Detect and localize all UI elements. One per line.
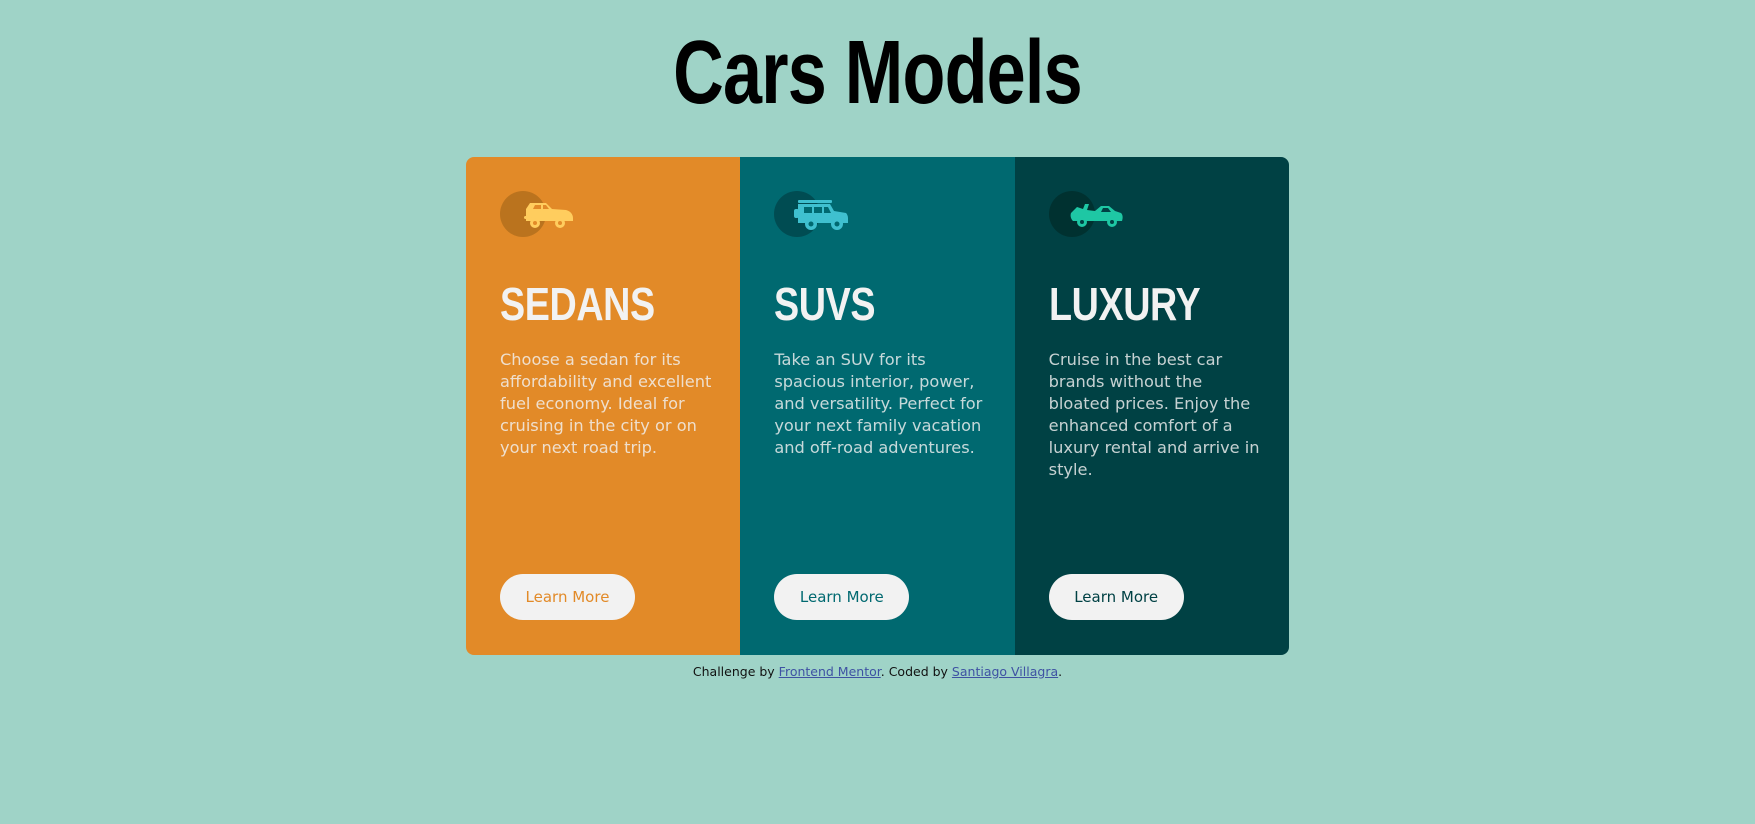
author-link[interactable]: Santiago Villagra [952, 664, 1058, 679]
page-title: Cars Models [673, 23, 1083, 123]
card-title: SUVS [774, 278, 876, 330]
frontend-mentor-link[interactable]: Frontend Mentor [779, 664, 881, 679]
card-description: Take an SUV for its spacious interior, p… [774, 350, 983, 457]
car-cards-container: SEDANS Choose a sedan for its affordabil… [466, 157, 1289, 655]
attribution-suffix: . [1058, 664, 1063, 679]
card-suvs: SUVS Take an SUV for its spacious interi… [740, 157, 1015, 655]
card-description: Choose a sedan for its affordability and… [500, 350, 712, 457]
learn-more-button[interactable]: Learn More [774, 574, 910, 620]
attribution-middle: . Coded by [880, 664, 952, 679]
attribution: Challenge by Frontend Mentor. Coded by S… [0, 664, 1755, 679]
card-sedans: SEDANS Choose a sedan for its affordabil… [466, 157, 741, 655]
sedan-car-icon [500, 191, 573, 237]
learn-more-button[interactable]: Learn More [500, 574, 635, 620]
card-title: SEDANS [500, 278, 655, 330]
card-description: Cruise in the best car brands without th… [1048, 350, 1260, 479]
suv-car-icon [774, 191, 849, 237]
card-luxury: LUXURY Cruise in the best car brands wit… [1014, 157, 1289, 655]
learn-more-button[interactable]: Learn More [1048, 574, 1184, 620]
card-title: LUXURY [1048, 278, 1201, 330]
luxury-car-icon [1048, 191, 1123, 237]
attribution-prefix: Challenge by [692, 664, 779, 679]
